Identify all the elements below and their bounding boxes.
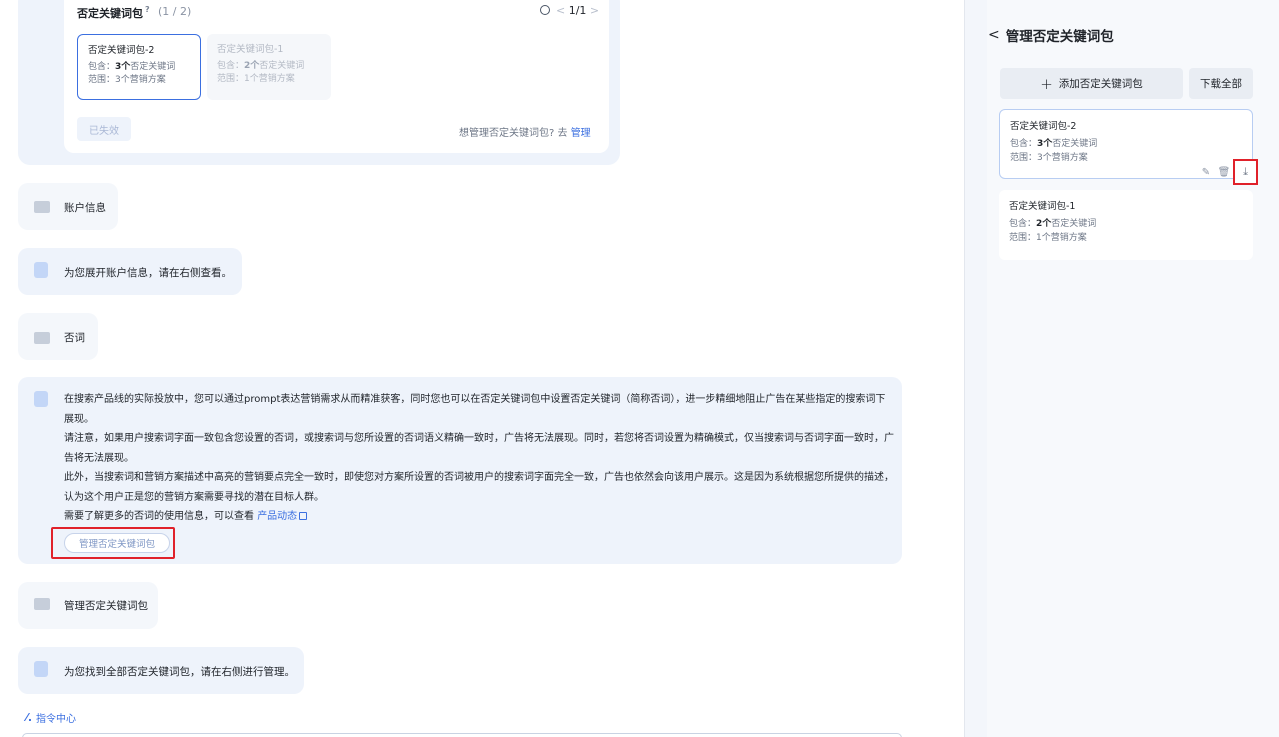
add-neg-keyword-package-button[interactable]: + 添加否定关键词包	[1000, 68, 1183, 99]
search-icon[interactable]	[540, 5, 550, 15]
paragraph: 在搜索产品线的实际投放中，您可以通过prompt表达营销需求从而精准获客，同时您…	[64, 394, 886, 425]
assistant-avatar	[34, 661, 48, 677]
package-name: 否定关键词包-2	[88, 45, 155, 56]
download-all-button[interactable]: 下载全部	[1189, 68, 1253, 99]
package-name: 否定关键词包-1	[217, 44, 284, 55]
package-include: 包含：2个否定关键词	[217, 61, 305, 71]
edit-icon[interactable]: ✎	[1200, 166, 1212, 178]
package-include: 包含：2个否定关键词	[1009, 219, 1097, 229]
plus-icon: +	[1040, 74, 1053, 93]
external-link-icon	[299, 512, 308, 520]
pager-prev-icon[interactable]: <	[556, 4, 565, 17]
package-include: 包含：3个否定关键词	[88, 62, 176, 72]
back-chevron-icon[interactable]: <	[988, 27, 1000, 43]
highlight-box	[51, 527, 175, 559]
wand-icon: ⁄.	[26, 711, 33, 724]
selected-count: (1 / 2)	[158, 5, 192, 18]
manage-hint: 想管理否定关键词包? 去 管理	[459, 128, 591, 139]
assistant-avatar	[34, 391, 48, 407]
pager-text: 1/1	[568, 4, 587, 17]
user-avatar	[34, 201, 50, 213]
package-include: 包含：3个否定关键词	[1010, 139, 1098, 149]
user-message-bubble	[18, 313, 98, 360]
paragraph: 需要了解更多的否词的使用信息，可以查看 产品动态	[64, 507, 894, 527]
package-name: 否定关键词包-2	[1010, 121, 1077, 132]
message-text: 为您展开账户信息，请在右侧查看。	[64, 267, 232, 279]
paragraph: 请注意，如果用户搜索词字面一致包含您设置的否词，或搜索词与您所设置的否词语义精确…	[64, 433, 894, 464]
expired-button[interactable]: 已失效	[77, 117, 131, 141]
product-news-link[interactable]: 产品动态	[257, 511, 297, 522]
chat-main-area: 否定关键词包? (1 / 2) < 1/1 > 否定关键词包-2 包含：3个否定…	[0, 0, 965, 737]
help-icon[interactable]: ?	[145, 5, 150, 14]
paragraph: 此外，当搜索词和营销方案描述中高亮的营销要点完全一致时，即使您对方案所设置的否词…	[64, 472, 894, 503]
pager[interactable]: < 1/1 >	[556, 4, 599, 17]
neg-word-explanation: 在搜索产品线的实际投放中，您可以通过prompt表达营销需求从而精准获客，同时您…	[64, 390, 894, 527]
manage-link[interactable]: 管理	[571, 128, 591, 139]
package-card[interactable]: 否定关键词包-1 包含：2个否定关键词 范围：1个营销方案	[999, 190, 1253, 260]
package-scope: 范围：3个营销方案	[88, 75, 166, 85]
assistant-avatar	[34, 262, 48, 278]
package-scope: 范围：1个营销方案	[1009, 233, 1087, 243]
delete-icon[interactable]: 🗑	[1218, 166, 1231, 178]
panel-title: < 管理否定关键词包	[988, 27, 1114, 45]
message-text: 为您找到全部否定关键词包，请在右侧进行管理。	[64, 666, 295, 678]
pager-next-icon[interactable]: >	[590, 4, 599, 17]
chat-input[interactable]	[22, 733, 902, 737]
package-name: 否定关键词包-1	[1009, 201, 1076, 212]
package-scope: 范围：1个营销方案	[217, 74, 295, 84]
package-card-actions: ✎ 🗑	[1200, 166, 1231, 178]
message-text: 否词	[64, 332, 85, 344]
download-icon[interactable]: ⤓	[1233, 159, 1258, 185]
message-text: 管理否定关键词包	[64, 600, 148, 612]
user-avatar	[34, 598, 50, 610]
message-text: 账户信息	[64, 202, 106, 214]
user-avatar	[34, 332, 50, 344]
package-option[interactable]: 否定关键词包-1 包含：2个否定关键词 范围：1个营销方案	[207, 34, 331, 100]
neg-keyword-card-title: 否定关键词包?	[77, 5, 150, 20]
package-scope: 范围：3个营销方案	[1010, 153, 1088, 163]
command-center-link[interactable]: ⁄. 指令中心	[26, 710, 76, 725]
package-option-selected[interactable]: 否定关键词包-2 包含：3个否定关键词 范围：3个营销方案	[77, 34, 201, 100]
